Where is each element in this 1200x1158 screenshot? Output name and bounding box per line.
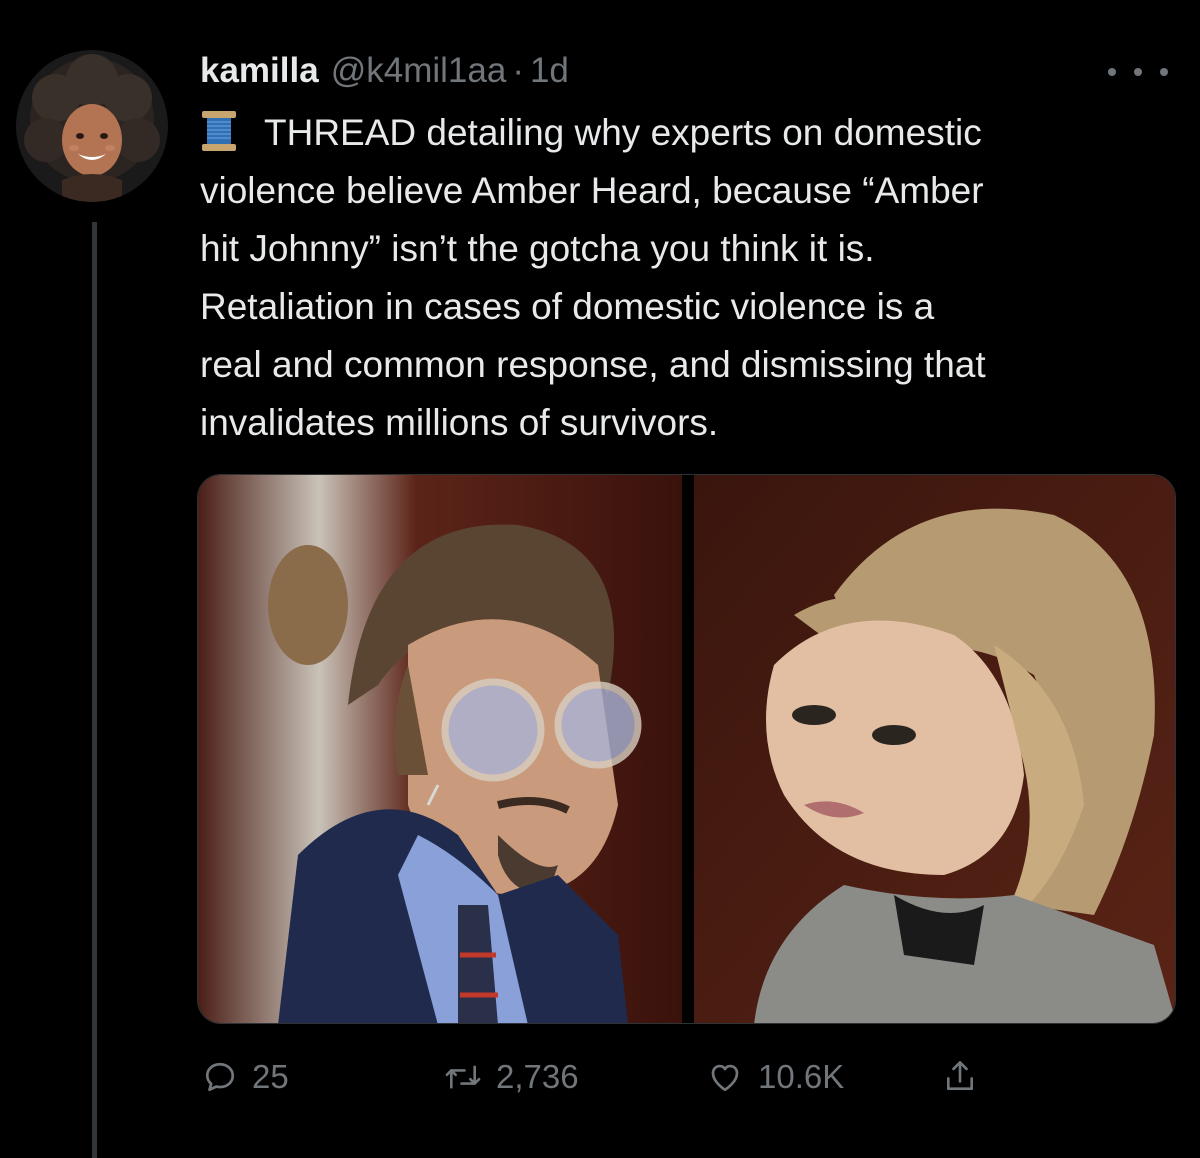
share-button[interactable]	[942, 1052, 978, 1102]
tweet-text-line: Retaliation in cases of domestic violenc…	[200, 286, 935, 327]
more-dot-icon	[1134, 68, 1142, 76]
like-button[interactable]: 10.6K	[706, 1052, 844, 1102]
reply-button[interactable]: 25	[202, 1052, 289, 1102]
tweet-timestamp[interactable]: 1d	[530, 51, 569, 91]
author-name[interactable]: kamilla	[200, 51, 319, 91]
tweet-text: THREAD detailing why experts on domestic…	[200, 104, 1190, 452]
more-dot-icon	[1160, 68, 1168, 76]
header-separator: ·	[512, 51, 524, 90]
share-icon	[942, 1058, 978, 1096]
tweet-header: kamilla @k4mil1aa · 1d	[200, 46, 569, 96]
author-avatar[interactable]	[16, 50, 168, 202]
tweet-text-line: THREAD detailing why experts on domestic	[200, 104, 1190, 162]
more-dot-icon	[1108, 68, 1116, 76]
tweet-media[interactable]	[197, 474, 1176, 1024]
reply-icon	[202, 1059, 238, 1095]
tweet-text-line: invalidates millions of survivors.	[200, 402, 719, 443]
tweet-actions-bar: 25 2,736 10.6K	[200, 1052, 1060, 1102]
spool-of-thread-icon	[200, 109, 238, 153]
thread-connector-line	[92, 222, 97, 1158]
tweet-text-line: hit Johnny” isn’t the gotcha you think i…	[200, 228, 875, 269]
retweet-count: 2,736	[496, 1058, 579, 1095]
like-icon	[706, 1059, 744, 1095]
more-options-button[interactable]	[1108, 54, 1168, 90]
author-handle[interactable]: @k4mil1aa	[331, 51, 507, 91]
retweet-icon	[444, 1059, 482, 1095]
retweet-button[interactable]: 2,736	[444, 1052, 579, 1102]
media-photo-right[interactable]	[694, 475, 1175, 1023]
tweet-text-line: real and common response, and dismissing…	[200, 344, 986, 385]
media-photo-left[interactable]	[198, 475, 682, 1023]
like-count: 10.6K	[758, 1058, 845, 1095]
reply-count: 25	[252, 1058, 289, 1095]
tweet-text-line: violence believe Amber Heard, because “A…	[200, 170, 984, 211]
